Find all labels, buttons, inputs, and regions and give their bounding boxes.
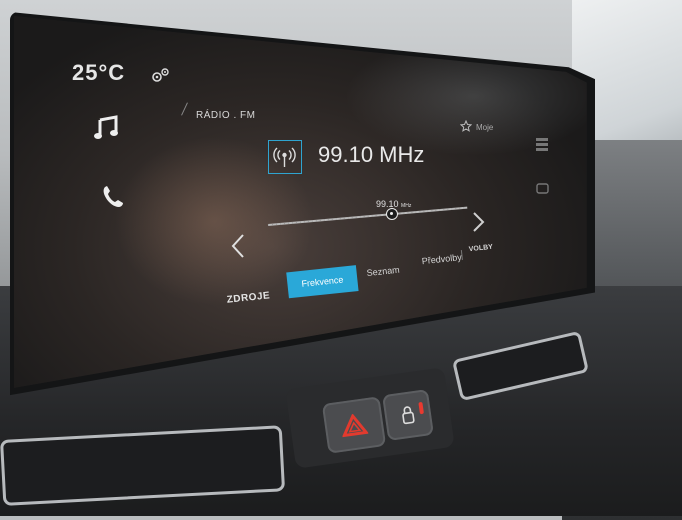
hazard-triangle-icon [341, 413, 369, 438]
temperature-display: 25°C [72, 60, 126, 85]
radio-source-label: RÁDIO . FM [196, 110, 256, 121]
frequency-display: 99.10 MHz [318, 142, 425, 167]
phone-icon[interactable] [100, 184, 126, 210]
lock-indicator-led [418, 401, 424, 415]
tab-options[interactable]: VOLBY [468, 244, 493, 253]
tab-frequency[interactable]: Frekvence [286, 265, 359, 299]
hazard-button[interactable] [321, 396, 387, 454]
star-icon[interactable] [460, 120, 472, 132]
list-icon[interactable] [534, 136, 554, 206]
chevron-right-icon[interactable] [470, 210, 488, 234]
door-lock-button[interactable] [382, 389, 434, 441]
frequency-slider-thumb[interactable] [385, 208, 398, 221]
music-note-icon[interactable] [92, 114, 122, 142]
tab-list[interactable]: Seznam [366, 265, 400, 278]
slider-value: 99.10 [376, 199, 399, 209]
station-logo-box [268, 140, 302, 174]
favorite-label[interactable]: Moje [476, 123, 493, 132]
slider-unit: MHz [401, 203, 412, 209]
lock-icon [402, 406, 415, 425]
divider [181, 102, 188, 116]
chevron-left-icon[interactable] [228, 232, 248, 260]
radio-antenna-icon [273, 147, 296, 167]
tab-presets[interactable]: Předvolby [421, 252, 462, 266]
tab-sources[interactable]: ZDROJE [226, 290, 270, 305]
settings-gear-icon[interactable] [150, 66, 172, 84]
tab-divider [460, 249, 463, 261]
